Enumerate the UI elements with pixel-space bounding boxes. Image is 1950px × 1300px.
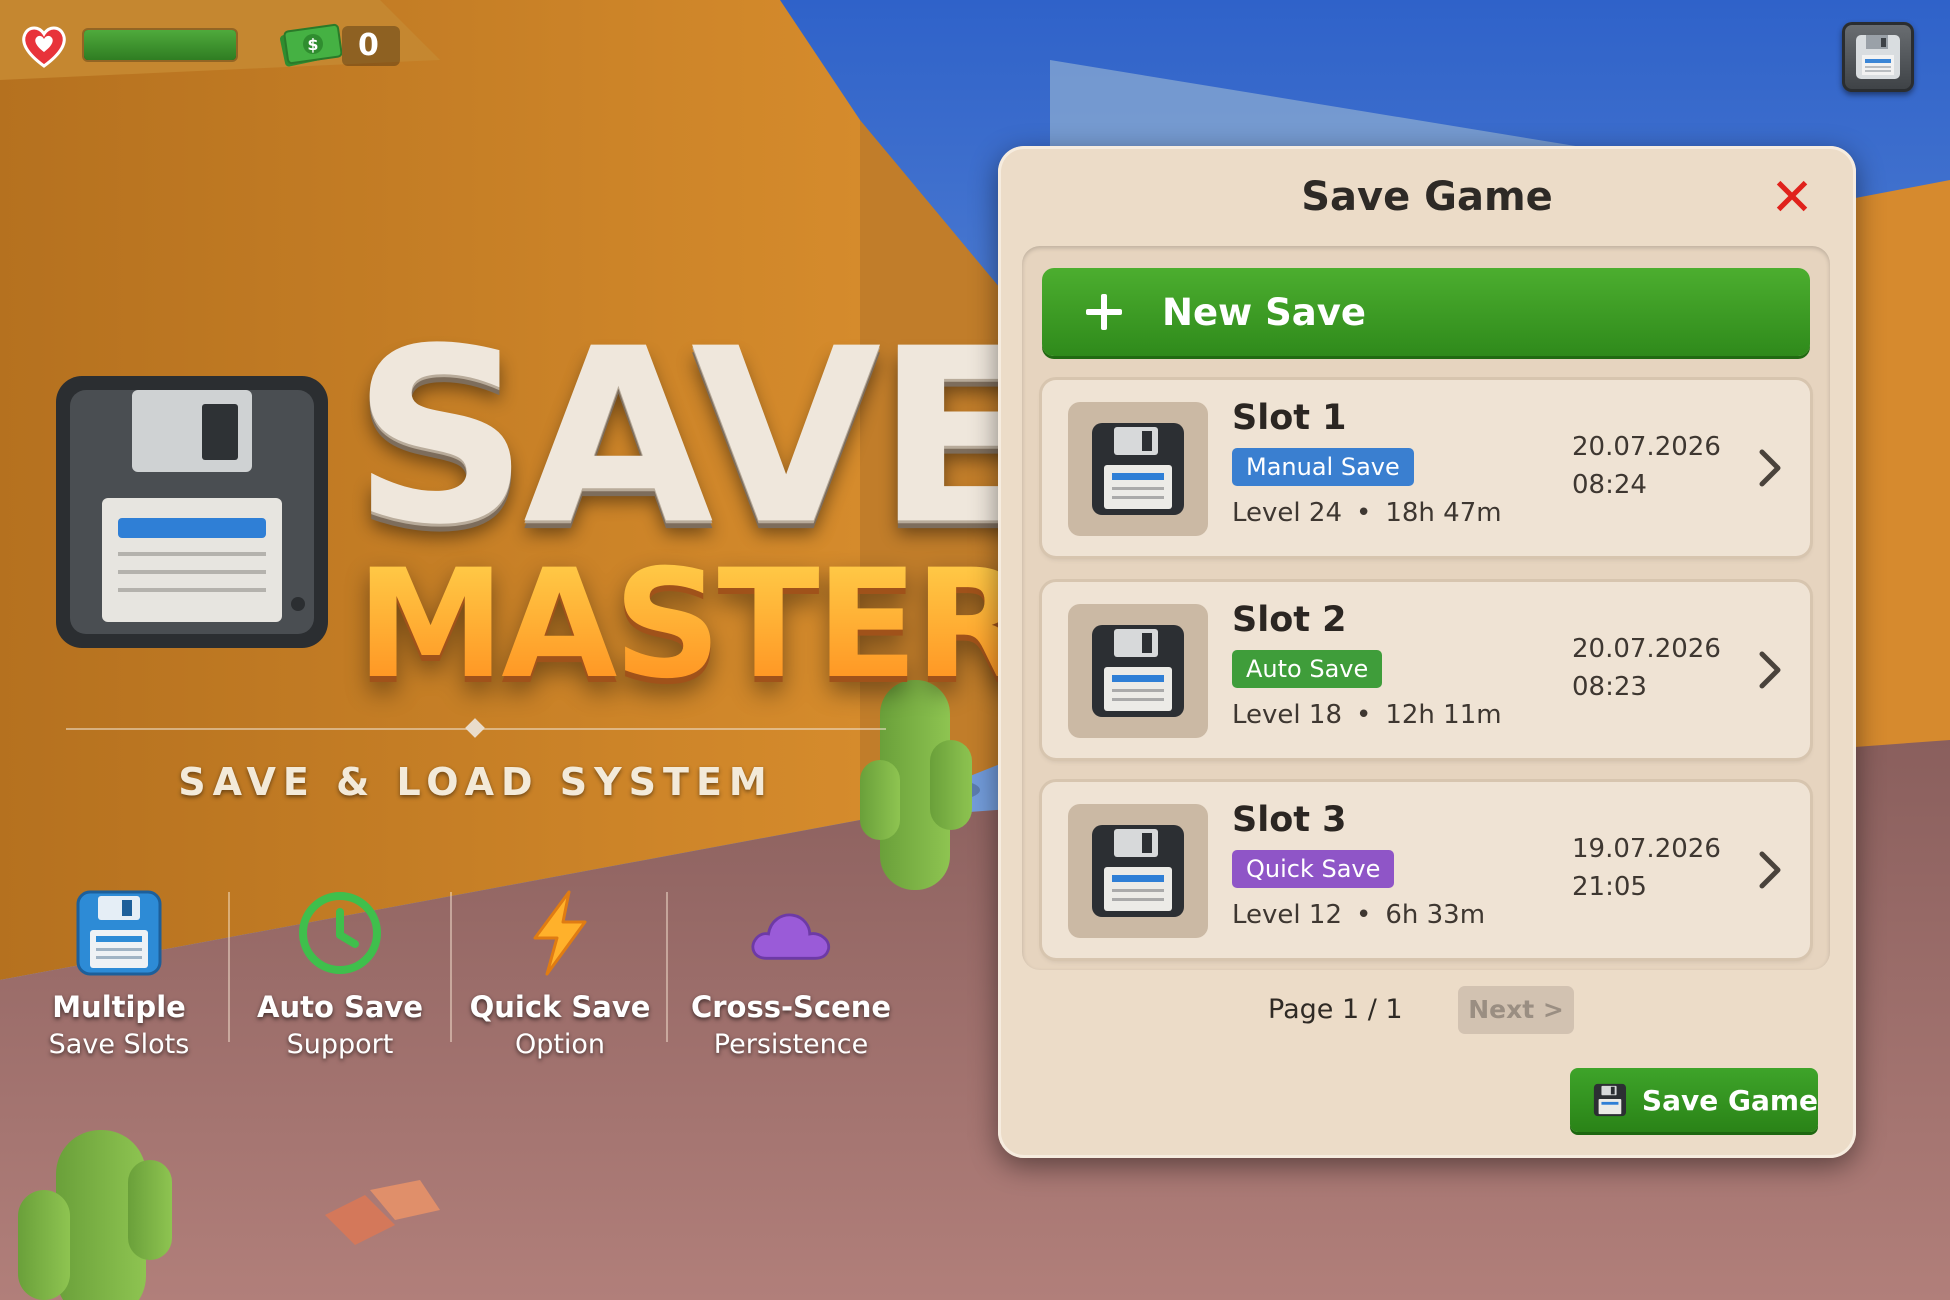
hud-save-button[interactable] [1842,22,1914,92]
floppy-disk-icon [1856,35,1900,79]
health-bar-fill [84,30,236,60]
feature-subtitle: Option [514,1029,606,1060]
slot-type-badge: Quick Save [1232,850,1395,888]
feature-title: Quick Save [469,990,651,1024]
logo-title-save: SAVE [352,297,1043,579]
save-slot-1[interactable]: Slot 1 Manual Save Level 24 • 18h 47m 20.0… [1042,380,1810,556]
slot-time: 08:23 [1572,672,1647,702]
logo-title-master: MASTER [356,538,1030,712]
close-button[interactable]: ✕ [1768,172,1816,224]
floppy-disk-icon [1092,625,1184,717]
feature-separator [666,892,668,1042]
slot-name: Slot 3 [1232,800,1347,840]
slot-thumbnail [1068,604,1208,738]
chevron-right-icon [1759,851,1781,889]
feature-subtitle: Persistence [713,1029,869,1060]
slot-date: 19.07.2026 [1572,834,1721,864]
feature-title: Multiple [52,990,186,1024]
new-save-label: New Save [1162,290,1366,334]
slot-thumbnail [1068,402,1208,536]
feature-subtitle: Save Slots [48,1029,190,1060]
floppy-disk-icon [1092,423,1184,515]
floppy-disk-icon [1593,1083,1627,1117]
panel-title: Save Game [1301,174,1553,220]
slot-playtime: 12h 11m [1385,700,1502,730]
slot-date: 20.07.2026 [1572,634,1721,664]
plus-icon [1084,292,1124,332]
save-game-label: Save Game [1641,1083,1818,1117]
slot-date: 20.07.2026 [1572,432,1721,462]
slot-name: Slot 1 [1232,398,1347,438]
slot-time: 21:05 [1572,872,1647,902]
feature-list: Multiple Save Slots Auto Save Support Qu… [40,888,891,1068]
floppy-disk-icon [74,888,164,978]
slot-meta: Level 12 • 6h 33m [1232,900,1486,930]
next-page-button[interactable]: Next > [1458,986,1574,1034]
slot-timestamp: 20.07.2026 08:24 [1572,428,1721,504]
feature-title: Auto Save [257,990,423,1024]
close-icon: ✕ [1770,168,1814,228]
money-icon: $ [278,22,343,68]
chevron-right-icon [1759,651,1781,689]
logo-floppy-disk-icon [52,372,332,652]
clock-icon [295,888,385,978]
feature-quick-save: Quick Save Option [470,888,650,1068]
slot-level: Level 18 [1232,700,1342,730]
new-save-button[interactable]: New Save [1042,268,1810,356]
lightning-icon [515,888,605,978]
slot-thumbnail [1068,804,1208,938]
slot-type-badge: Manual Save [1232,448,1414,486]
heart-icon [18,20,70,72]
health-bar [84,30,236,60]
feature-cross-scene-persistence: Cross-Scene Persistence [691,888,891,1068]
feature-separator [450,892,452,1042]
floppy-disk-icon [1092,825,1184,917]
slot-meta: Level 24 • 18h 47m [1232,498,1502,528]
slot-level: Level 12 [1232,900,1342,930]
feature-title: Cross-Scene [690,990,892,1024]
slot-time: 08:24 [1572,470,1647,500]
feature-subtitle: Support [286,1029,394,1060]
slot-timestamp: 19.07.2026 21:05 [1572,830,1721,906]
chevron-right-icon [1759,449,1781,487]
slot-playtime: 18h 47m [1385,498,1502,528]
slot-timestamp: 20.07.2026 08:23 [1572,630,1721,706]
feature-separator [228,892,230,1042]
save-game-button[interactable]: Save Game [1570,1068,1818,1132]
svg-text:$: $ [307,35,318,54]
slot-level: Level 24 [1232,498,1342,528]
slot-playtime: 6h 33m [1385,900,1486,930]
feature-multiple-save-slots: Multiple Save Slots [40,888,198,1068]
slot-name: Slot 2 [1232,600,1347,640]
save-game-panel: Save Game ✕ New Save Slot 1 Manual Save … [998,146,1856,1158]
save-slot-3[interactable]: Slot 3 Quick Save Level 12 • 6h 33m 19.07.… [1042,782,1810,958]
cloud-icon [746,888,836,978]
money-count: 0 [342,26,400,66]
feature-auto-save: Auto Save Support [257,888,423,1068]
logo-tagline: SAVE & LOAD SYSTEM [178,760,774,804]
slot-meta: Level 18 • 12h 11m [1232,700,1502,730]
slot-type-badge: Auto Save [1232,650,1383,688]
save-slot-2[interactable]: Slot 2 Auto Save Level 18 • 12h 11m 20.07.… [1042,582,1810,758]
page-indicator: Page 1 / 1 [1268,994,1403,1025]
